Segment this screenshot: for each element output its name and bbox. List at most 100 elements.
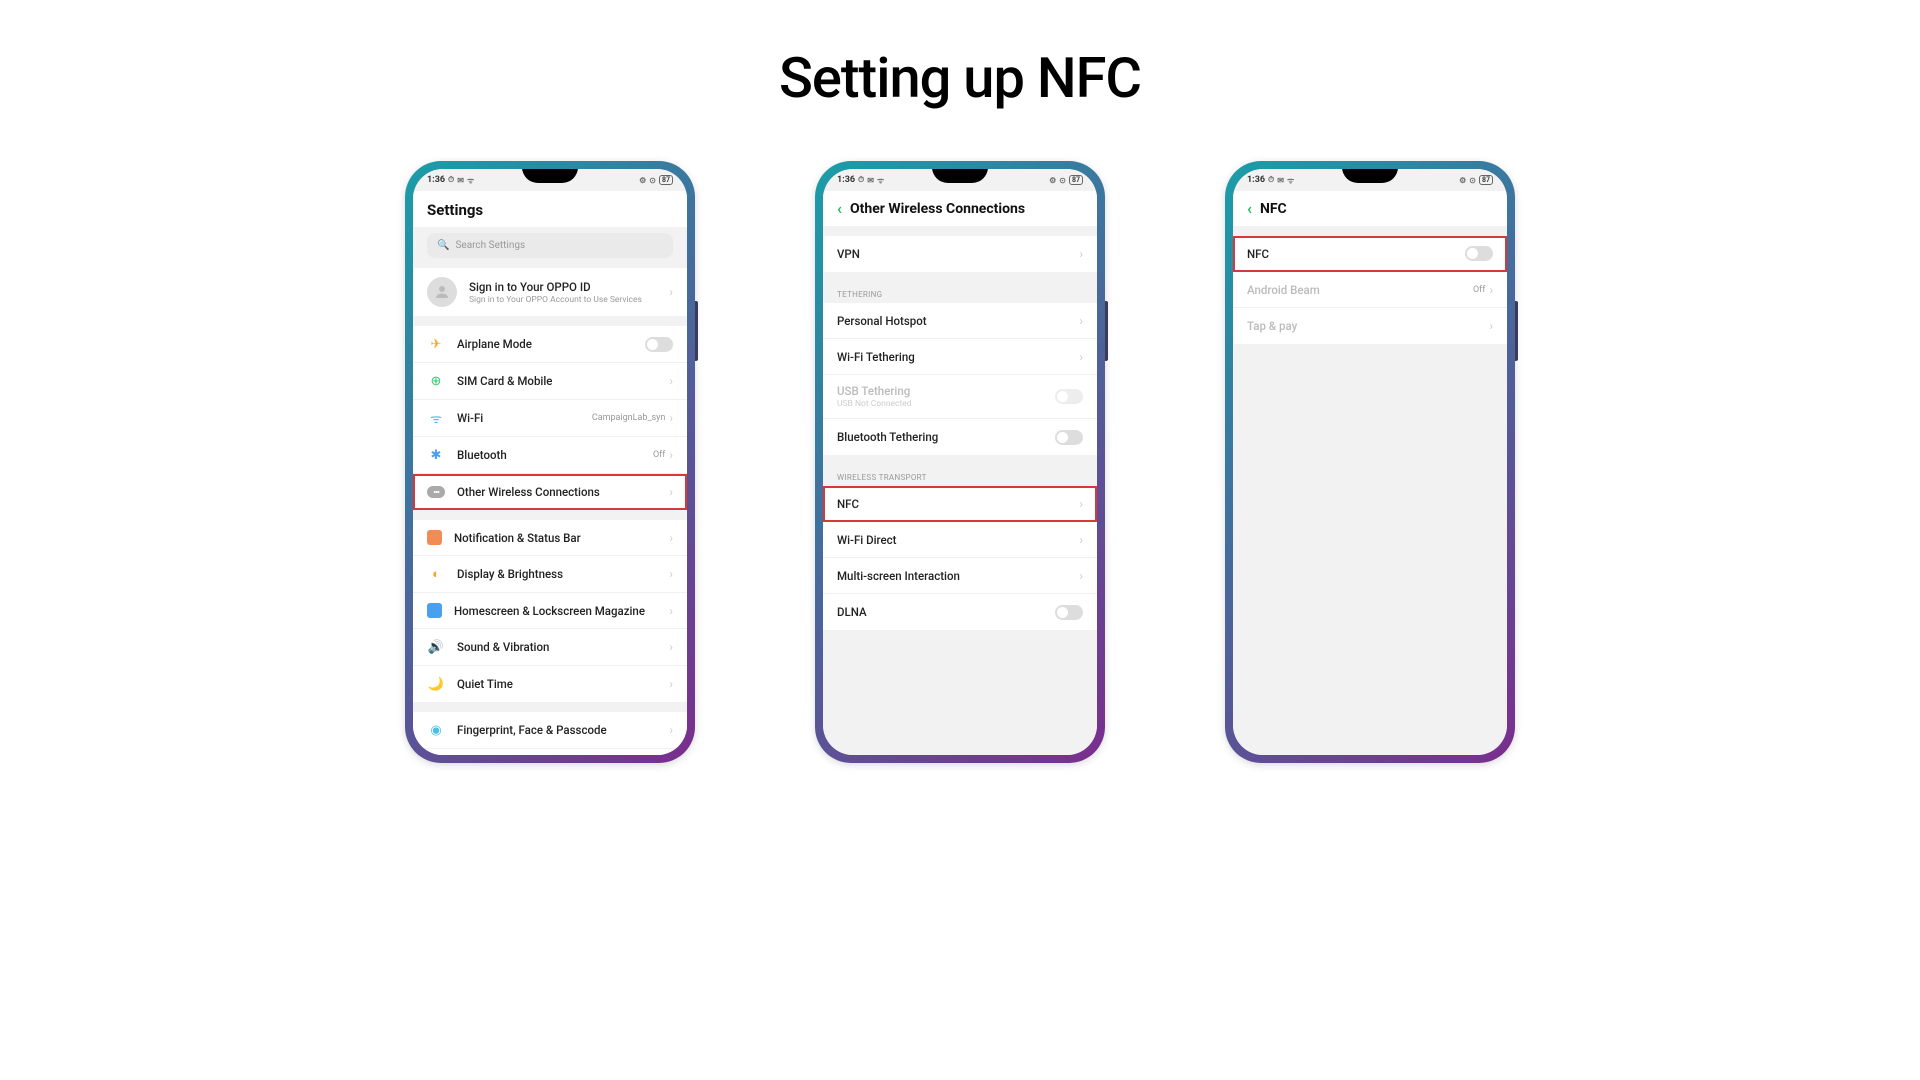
nfc-row[interactable]: NFC › bbox=[823, 486, 1097, 522]
signin-row[interactable]: Sign in to Your OPPO ID Sign in to Your … bbox=[413, 268, 687, 316]
notification-row[interactable]: Notification & Status Bar › bbox=[413, 520, 687, 556]
usb-tether-sub: USB Not Connected bbox=[837, 399, 1055, 409]
back-button[interactable]: ‹ bbox=[837, 199, 842, 218]
phone-frame-3: 1:36 ⏱ ✉ ᯤ ⚙ ⊙ 87 ‹ NFC NFC bbox=[1225, 161, 1515, 763]
back-button[interactable]: ‹ bbox=[1247, 199, 1252, 218]
battery-label: 87 bbox=[1479, 175, 1493, 185]
wifi-tether-label: Wi-Fi Tethering bbox=[837, 350, 1079, 364]
chevron-right-icon: › bbox=[1489, 283, 1493, 297]
bluetooth-row[interactable]: ✱ Bluetooth Off › bbox=[413, 437, 687, 474]
search-placeholder: Search Settings bbox=[455, 240, 525, 251]
wifi-tether-row[interactable]: Wi-Fi Tethering › bbox=[823, 339, 1097, 375]
notif-label: Notification & Status Bar bbox=[454, 531, 669, 545]
bt-value: Off bbox=[653, 450, 665, 460]
multiscreen-row[interactable]: Multi-screen Interaction › bbox=[823, 558, 1097, 594]
usb-tether-label: USB Tethering bbox=[837, 384, 1055, 398]
chevron-right-icon: › bbox=[1079, 350, 1083, 364]
wifi-value: CampaignLab_syn bbox=[592, 413, 666, 423]
sim-row[interactable]: ⊕ SIM Card & Mobile › bbox=[413, 363, 687, 400]
chevron-right-icon: › bbox=[669, 567, 673, 581]
signin-title: Sign in to Your OPPO ID bbox=[469, 280, 669, 294]
phone-notch bbox=[932, 169, 988, 183]
clock-icon: ⏱ bbox=[858, 175, 864, 185]
search-icon: 🔍 bbox=[437, 240, 449, 251]
homescreen-row[interactable]: Homescreen & Lockscreen Magazine › bbox=[413, 593, 687, 629]
moon-icon: 🌙 bbox=[427, 675, 445, 693]
signin-sub: Sign in to Your OPPO Account to Use Serv… bbox=[469, 295, 669, 305]
bluetooth-icon: ✱ bbox=[427, 446, 445, 464]
nfc-toggle[interactable] bbox=[1465, 246, 1493, 261]
sound-label: Sound & Vibration bbox=[457, 640, 669, 654]
home-icon bbox=[427, 603, 442, 618]
bt-tether-toggle[interactable] bbox=[1055, 430, 1083, 445]
hotspot-row[interactable]: Personal Hotspot › bbox=[823, 303, 1097, 339]
bt-status-icon: ⚙ bbox=[1459, 176, 1466, 185]
status-time: 1:36 bbox=[1247, 175, 1265, 185]
sound-row[interactable]: 🔊 Sound & Vibration › bbox=[413, 629, 687, 666]
fingerprint-row[interactable]: ◉ Fingerprint, Face & Passcode › bbox=[413, 712, 687, 749]
chevron-right-icon: › bbox=[669, 640, 673, 654]
wifi-status-icon: ᯤ bbox=[877, 175, 884, 186]
nfc-toggle-row[interactable]: NFC bbox=[1233, 236, 1507, 272]
quiet-row[interactable]: 🌙 Quiet Time › bbox=[413, 666, 687, 702]
wifi-direct-row[interactable]: Wi-Fi Direct › bbox=[823, 522, 1097, 558]
chevron-right-icon: › bbox=[1079, 569, 1083, 583]
status-time: 1:36 bbox=[427, 175, 445, 185]
chevron-right-icon: › bbox=[1079, 533, 1083, 547]
hotspot-label: Personal Hotspot bbox=[837, 314, 1079, 328]
msg-icon: ✉ bbox=[457, 176, 464, 185]
wifi-direct-label: Wi-Fi Direct bbox=[837, 533, 1079, 547]
dlna-toggle[interactable] bbox=[1055, 605, 1083, 620]
phones-row: 1:36 ⏱ ✉ ᯤ ⚙ ⊙ 87 Settings 🔍 Search Sett… bbox=[0, 161, 1920, 763]
vpn-label: VPN bbox=[837, 247, 1079, 261]
chevron-right-icon: › bbox=[669, 374, 673, 388]
msg-icon: ✉ bbox=[1277, 176, 1284, 185]
smart-row[interactable]: ♟ Smart & Convenient › bbox=[413, 749, 687, 755]
airplane-label: Airplane Mode bbox=[457, 337, 645, 351]
bt-tether-row[interactable]: Bluetooth Tethering bbox=[823, 419, 1097, 455]
header-title: Other Wireless Connections bbox=[850, 201, 1025, 217]
tethering-section-header: TETHERING bbox=[823, 282, 1097, 303]
chevron-right-icon: › bbox=[1079, 497, 1083, 511]
page-title: Setting up NFC bbox=[0, 45, 1920, 111]
chevron-right-icon: › bbox=[1079, 247, 1083, 261]
finger-label: Fingerprint, Face & Passcode bbox=[457, 723, 669, 737]
chevron-right-icon: › bbox=[669, 604, 673, 618]
dlna-row[interactable]: DLNA bbox=[823, 594, 1097, 630]
chevron-right-icon: › bbox=[1489, 319, 1493, 333]
chevron-right-icon: › bbox=[1079, 314, 1083, 328]
airplane-icon: ✈ bbox=[427, 335, 445, 353]
msg-icon: ✉ bbox=[867, 176, 874, 185]
other-wireless-row[interactable]: ••• Other Wireless Connections › bbox=[413, 474, 687, 510]
multiscreen-label: Multi-screen Interaction bbox=[837, 569, 1079, 583]
home-label: Homescreen & Lockscreen Magazine bbox=[454, 604, 669, 618]
chevron-right-icon: › bbox=[669, 448, 673, 462]
chevron-right-icon: › bbox=[669, 285, 673, 299]
phone-screen-3: 1:36 ⏱ ✉ ᯤ ⚙ ⊙ 87 ‹ NFC NFC bbox=[1233, 169, 1507, 755]
wifi-icon: ᯤ bbox=[427, 409, 445, 427]
more-icon: ••• bbox=[427, 486, 445, 498]
phone-screen-2: 1:36 ⏱ ✉ ᯤ ⚙ ⊙ 87 ‹ Other Wireless Conne… bbox=[823, 169, 1097, 755]
airplane-toggle[interactable] bbox=[645, 337, 673, 352]
other-label: Other Wireless Connections bbox=[457, 485, 669, 499]
quiet-label: Quiet Time bbox=[457, 677, 669, 691]
android-beam-row: Android Beam Off › bbox=[1233, 272, 1507, 308]
phone-frame-2: 1:36 ⏱ ✉ ᯤ ⚙ ⊙ 87 ‹ Other Wireless Conne… bbox=[815, 161, 1105, 763]
search-input[interactable]: 🔍 Search Settings bbox=[427, 233, 673, 258]
display-row[interactable]: ◐ Display & Brightness › bbox=[413, 556, 687, 593]
clock-icon: ⏱ bbox=[448, 175, 454, 185]
chevron-right-icon: › bbox=[669, 411, 673, 425]
airplane-row[interactable]: ✈ Airplane Mode bbox=[413, 326, 687, 363]
chevron-right-icon: › bbox=[669, 677, 673, 691]
nfc-label: NFC bbox=[837, 497, 1079, 511]
wifi-status-icon: ᯤ bbox=[1287, 175, 1294, 186]
vpn-row[interactable]: VPN › bbox=[823, 236, 1097, 272]
display-label: Display & Brightness bbox=[457, 567, 669, 581]
nfc-label: NFC bbox=[1247, 247, 1465, 261]
wifi-row[interactable]: ᯤ Wi-Fi CampaignLab_syn › bbox=[413, 400, 687, 437]
wifi-label: Wi-Fi bbox=[457, 411, 592, 425]
wireless-transport-section-header: WIRELESS TRANSPORT bbox=[823, 465, 1097, 486]
battery-label: 87 bbox=[1069, 175, 1083, 185]
notification-icon bbox=[427, 530, 442, 545]
bt-status-icon: ⚙ bbox=[1049, 176, 1056, 185]
